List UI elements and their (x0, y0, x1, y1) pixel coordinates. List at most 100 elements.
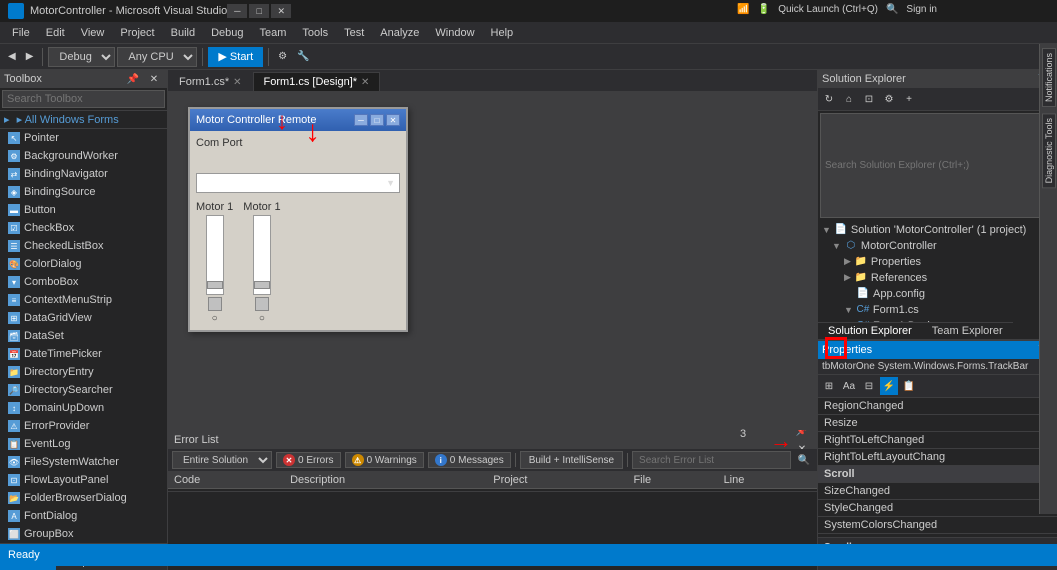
toolbar-back[interactable]: ◀ (4, 49, 20, 64)
prop-scroll[interactable]: Scroll (818, 466, 1057, 483)
toolbox-section[interactable]: ▸ ▸ All Windows Forms (0, 111, 167, 129)
toolbox-item-folderbrowser[interactable]: 📂FolderBrowserDialog (0, 489, 167, 507)
se-home-button[interactable]: ⌂ (840, 90, 858, 108)
messages-badge[interactable]: i 0 Messages (428, 452, 511, 468)
cpu-config-dropdown[interactable]: Any CPU (117, 47, 197, 67)
menu-analyze[interactable]: Analyze (372, 25, 427, 41)
prop-righttoleftchanged[interactable]: RightToLeftChanged (818, 432, 1057, 449)
prop-systemcolorschanged[interactable]: SystemColorsChanged (818, 517, 1057, 534)
error-scope-dropdown[interactable]: Entire Solution (172, 451, 272, 469)
search-icon[interactable]: 🔍 (886, 4, 898, 15)
design-canvas[interactable]: Motor Controller Remote ─ □ ✕ Com Port ↓ (168, 92, 817, 430)
debug-config-dropdown[interactable]: Debug (48, 47, 115, 67)
error-search-input[interactable] (632, 451, 791, 469)
close-button[interactable]: ✕ (271, 4, 291, 18)
toolbox-item-groupbox[interactable]: ⬜GroupBox (0, 525, 167, 543)
prop-events-button[interactable]: ⚡ (880, 377, 898, 395)
menu-file[interactable]: File (4, 25, 38, 41)
toolbox-item-datagridview[interactable]: ⊞DataGridView (0, 309, 167, 327)
menu-build[interactable]: Build (163, 25, 203, 41)
toolbox-pin-button[interactable]: 📌 (124, 70, 142, 88)
toolbox-item-domainupdown[interactable]: ↕DomainUpDown (0, 399, 167, 417)
prop-regionchanged[interactable]: RegionChanged (818, 398, 1057, 415)
prop-proppage-button[interactable]: 📋 (900, 377, 918, 395)
se-refresh-button[interactable]: ↻ (820, 90, 838, 108)
sign-in-link[interactable]: Sign in (906, 4, 937, 15)
toolbar-misc-1[interactable]: ⚙ (274, 49, 291, 64)
toolbox-item-bindnav[interactable]: ⇄BindingNavigator (0, 165, 167, 183)
toolbar-misc-2[interactable]: 🔧 (293, 49, 313, 64)
tree-appconfig[interactable]: 📄 App.config (820, 286, 1055, 302)
toolbox-close-button[interactable]: ✕ (145, 70, 163, 88)
toolbox-item-pointer[interactable]: ↖Pointer (0, 129, 167, 147)
menu-debug[interactable]: Debug (203, 25, 251, 41)
tab-form1cs-design-close[interactable]: ✕ (361, 77, 369, 88)
tab-form1cs[interactable]: Form1.cs* ✕ (168, 72, 253, 91)
prop-sizechanged[interactable]: SizeChanged (818, 483, 1057, 500)
build-intellisense-button[interactable]: Build + IntelliSense (520, 451, 623, 469)
motor1-slider[interactable] (207, 281, 223, 289)
menu-window[interactable]: Window (427, 25, 482, 41)
prop-categorized-button[interactable]: ⊞ (820, 377, 838, 395)
toolbox-item-contextmenu[interactable]: ≡ContextMenuStrip (0, 291, 167, 309)
menu-test[interactable]: Test (336, 25, 372, 41)
prop-resize[interactable]: Resize (818, 415, 1057, 432)
toolbox-item-bgworker[interactable]: ⚙BackgroundWorker (0, 147, 167, 165)
tree-properties[interactable]: ▶ 📁 Properties (820, 254, 1055, 270)
tab-form1cs-design[interactable]: Form1.cs [Design]* ✕ (253, 72, 381, 91)
se-tab-team[interactable]: Team Explorer (922, 322, 1013, 339)
menu-edit[interactable]: Edit (38, 25, 73, 41)
toolbox-item-filesyswatcher[interactable]: 👁FileSystemWatcher (0, 453, 167, 471)
toolbox-item-checkbox[interactable]: ☑CheckBox (0, 219, 167, 237)
start-button[interactable]: ▶ Start (208, 47, 263, 67)
se-settings-button[interactable]: ⚙ (880, 90, 898, 108)
toolbox-item-dataset[interactable]: 🗃DataSet (0, 327, 167, 345)
menu-team[interactable]: Team (252, 25, 295, 41)
motor1-trackbar[interactable] (206, 215, 224, 295)
toolbox-item-combobox[interactable]: ▾ComboBox (0, 273, 167, 291)
tree-project[interactable]: ▼ ⬡ MotorController (820, 238, 1055, 254)
tree-form1cs[interactable]: ▼ C# Form1.cs (820, 302, 1055, 318)
se-filter-button[interactable]: ⊡ (860, 90, 878, 108)
minimize-button[interactable]: ─ (227, 4, 247, 18)
form-maximize-button[interactable]: □ (370, 114, 384, 126)
toolbox-item-bindsrc[interactable]: ◈BindingSource (0, 183, 167, 201)
se-new-button[interactable]: + (900, 90, 918, 108)
toolbox-item-button[interactable]: ▬Button (0, 201, 167, 219)
quick-launch[interactable]: Quick Launch (Ctrl+Q) (778, 4, 878, 15)
motor2-slider[interactable] (254, 281, 270, 289)
menu-project[interactable]: Project (112, 25, 162, 41)
prop-properties-button[interactable]: ⊟ (860, 377, 878, 395)
tab-form1cs-close[interactable]: ✕ (233, 77, 241, 88)
diagnostic-tools-tab[interactable]: Diagnostic Tools (1042, 113, 1056, 188)
prop-stylechanged[interactable]: StyleChanged (818, 500, 1057, 517)
toolbox-item-eventlog[interactable]: 📋EventLog (0, 435, 167, 453)
tree-references[interactable]: ▶ 📁 References (820, 270, 1055, 286)
prop-righttoleftlayout[interactable]: RightToLeftLayoutChang (818, 449, 1057, 466)
prop-alphabetical-button[interactable]: Aa (840, 377, 858, 395)
toolbox-item-checkedlist[interactable]: ☰CheckedListBox (0, 237, 167, 255)
toolbox-search-input[interactable] (2, 90, 165, 108)
tree-solution[interactable]: ▼ 📄 Solution 'MotorController' (1 projec… (820, 222, 1055, 238)
error-search-button[interactable]: 🔍 (795, 451, 813, 469)
form-close-button[interactable]: ✕ (386, 114, 400, 126)
toolbox-item-dirsearcher[interactable]: 🔎DirectorySearcher (0, 381, 167, 399)
maximize-button[interactable]: □ (249, 4, 269, 18)
menu-view[interactable]: View (73, 25, 113, 41)
se-tab-solution[interactable]: Solution Explorer (818, 322, 922, 339)
se-search-input[interactable] (820, 113, 1055, 218)
notif-tab[interactable]: Notifications (1042, 48, 1056, 107)
menu-help[interactable]: Help (483, 25, 522, 41)
form-comport-dropdown[interactable] (196, 173, 400, 193)
motor2-trackbar[interactable] (253, 215, 271, 295)
errors-badge[interactable]: ✕ 0 Errors (276, 452, 341, 468)
toolbox-item-errorprov[interactable]: ⚠ErrorProvider (0, 417, 167, 435)
toolbox-item-direntry[interactable]: 📁DirectoryEntry (0, 363, 167, 381)
toolbar-forward[interactable]: ▶ (22, 49, 38, 64)
toolbox-item-colordialog[interactable]: 🎨ColorDialog (0, 255, 167, 273)
menu-tools[interactable]: Tools (294, 25, 336, 41)
toolbox-item-datetimepicker[interactable]: 📅DateTimePicker (0, 345, 167, 363)
toolbox-item-flowlayout[interactable]: ⊡FlowLayoutPanel (0, 471, 167, 489)
toolbox-item-fontdialog[interactable]: AFontDialog (0, 507, 167, 525)
form-minimize-button[interactable]: ─ (354, 114, 368, 126)
